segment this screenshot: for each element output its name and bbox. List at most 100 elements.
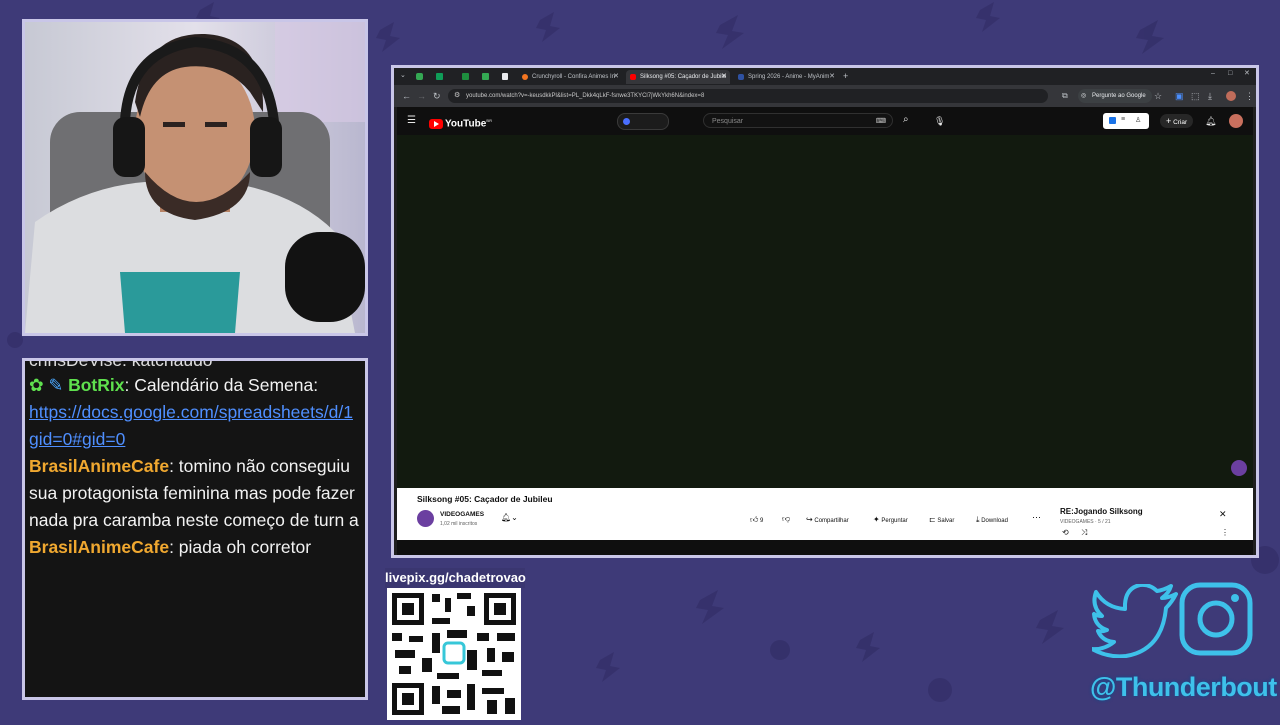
screenshot-icon[interactable]: ⧉ <box>1062 90 1068 102</box>
save-label: Salvar <box>937 518 955 524</box>
microphone-icon[interactable]: 🎙︎ <box>934 115 945 127</box>
sheets-icon[interactable] <box>482 73 489 80</box>
reload-icon[interactable]: ↻ <box>433 90 441 102</box>
notifications-bell-icon[interactable]: 🔔︎ <box>1205 115 1216 127</box>
browser-window: ⌄ Crunchyroll - Confira Animes In ✕ Silk… <box>391 65 1259 558</box>
chat-line: chrisDeVise: katchaudo <box>29 358 365 372</box>
forward-icon[interactable]: → <box>417 90 426 102</box>
chat-panel: chrisDeVise: katchaudo ✿ ✎ BotRix: Calen… <box>22 358 368 700</box>
maximize-icon[interactable]: □ <box>1228 68 1232 80</box>
qr-code[interactable] <box>387 588 521 720</box>
profile-avatar[interactable] <box>1226 91 1236 101</box>
webcam-frame <box>22 19 368 336</box>
chat-username[interactable]: BrasilAnimeCafe <box>29 537 169 557</box>
close-tab-icon[interactable]: ✕ <box>613 70 619 84</box>
chat-text: : tomino não conseguiu <box>169 456 351 476</box>
close-playlist-icon[interactable]: ✕ <box>1219 509 1227 520</box>
chip-dot-icon <box>623 118 630 125</box>
sheets-icon[interactable] <box>462 73 469 80</box>
share-button[interactable]: ↪ Compartilhar <box>806 515 849 524</box>
playlist-title[interactable]: RE:Jogando Silksong <box>1060 507 1143 516</box>
playlist-menu-icon[interactable]: ⋮ <box>1221 528 1229 537</box>
instagram-icon[interactable] <box>1179 582 1253 656</box>
chat-link[interactable]: gid=0#gid=0 <box>29 429 125 449</box>
account-avatar[interactable] <box>1229 114 1243 128</box>
livepix-label: livepix.gg/chadetrovao <box>385 568 526 588</box>
chat-line: https://docs.google.com/spreadsheets/d/1 <box>29 399 365 426</box>
crunchyroll-icon <box>522 74 528 80</box>
download-label: Download <box>981 518 1008 524</box>
tab-crunchyroll[interactable]: Crunchyroll - Confira Animes In ✕ <box>518 70 622 84</box>
sparkle-icon: ✦ <box>873 515 880 524</box>
create-label: Criar <box>1173 119 1188 126</box>
ask-google-button[interactable]: ◎ Pergunte ao Google <box>1078 89 1152 103</box>
channel-avatar[interactable] <box>417 510 434 527</box>
subscriber-count: 1,02 mil inscritos <box>440 521 478 527</box>
search-input[interactable]: Pesquisar ⌨ <box>703 113 893 128</box>
search-icon[interactable]: ⌕ <box>903 114 909 126</box>
twitter-bird-icon[interactable] <box>1092 584 1178 658</box>
save-button[interactable]: ⊏ Salvar <box>929 515 954 524</box>
chat-username[interactable]: BrasilAnimeCafe <box>29 456 169 476</box>
extension-buttons[interactable]: ≡ ♙ <box>1103 113 1149 129</box>
close-window-icon[interactable]: ✕ <box>1244 68 1250 80</box>
chat-text: sua protagonista feminina mas pode fazer <box>29 483 355 503</box>
back-icon[interactable]: ← <box>402 90 411 102</box>
youtube-play-icon <box>429 118 443 129</box>
chat-text: nada pra caramba neste começo de turn a <box>29 510 359 530</box>
chat-username[interactable]: BotRix <box>68 375 124 395</box>
youtube-icon <box>630 74 636 80</box>
premium-chip[interactable] <box>617 113 669 130</box>
qr-code-image <box>392 593 516 715</box>
close-tab-icon[interactable]: ✕ <box>829 70 835 84</box>
hamburger-menu-icon[interactable]: ☰ <box>407 115 416 127</box>
channel-name[interactable]: VIDEOGAMES <box>440 511 484 518</box>
youtube-logo-text: YouTube <box>445 118 487 130</box>
extensions-icon[interactable]: ⬚ <box>1191 90 1200 102</box>
browser-menu-icon[interactable]: ⋮ <box>1245 90 1254 102</box>
video-info-bar: Silksong #05: Caçador de Jubileu VIDEOGA… <box>397 488 1253 540</box>
pinned-tabs[interactable] <box>416 73 508 80</box>
ask-button[interactable]: ✦ Perguntar <box>873 515 908 524</box>
tab-menu-icon[interactable]: ⌄ <box>400 70 406 82</box>
share-icon: ↪ <box>806 515 813 524</box>
create-button[interactable]: + Criar <box>1160 114 1194 128</box>
shuffle-icon[interactable]: ⤨ <box>1081 528 1087 538</box>
youtube-logo[interactable]: YouTubeBR <box>429 115 492 130</box>
loop-icon[interactable]: ⟲ <box>1062 528 1069 537</box>
close-tab-icon[interactable]: ✕ <box>721 70 727 84</box>
download-icon[interactable]: ⤓ <box>1208 90 1212 102</box>
bookmark-star-icon[interactable]: ☆ <box>1154 90 1162 102</box>
chat-cut-text: chrisDeVise: katchaudo <box>29 358 213 370</box>
tab-label: Silksong #05: Caçador de Jubile <box>640 74 727 80</box>
site-info-icon[interactable]: ⚙ <box>454 89 460 103</box>
page-bottom-strip <box>397 540 1253 555</box>
minimize-icon[interactable]: – <box>1211 68 1215 80</box>
download-button[interactable]: ⤓ Download <box>976 515 1008 525</box>
channel-watermark-icon[interactable] <box>1231 460 1247 476</box>
chat-text: : Calendário da Semena: <box>124 375 319 395</box>
notification-bell-icon[interactable]: 🔔︎⌄ <box>501 513 518 522</box>
playlist-subtitle: VIDEOGAMES · 5 / 21 <box>1060 519 1111 525</box>
url-input[interactable]: ⚙ youtube.com/watch?v=-keusdkkPl&list=PL… <box>448 89 1048 103</box>
chat-link[interactable]: https://docs.google.com/spreadsheets/d/1 <box>29 402 353 422</box>
more-actions-icon[interactable]: ⋯ <box>1032 512 1041 523</box>
tab-silksong[interactable]: Silksong #05: Caçador de Jubile ✕ <box>626 70 730 84</box>
myanimelist-icon <box>738 74 744 80</box>
thumbs-up-icon: 👍︎ <box>750 515 759 524</box>
keyboard-icon[interactable]: ⌨ <box>876 114 886 129</box>
sheets-icon[interactable] <box>436 73 443 80</box>
address-bar-row: ← → ↻ ⚙ youtube.com/watch?v=-keusdkkPl&l… <box>394 85 1256 107</box>
list-icon: ≡ <box>1121 116 1126 123</box>
new-tab-icon[interactable]: + <box>843 70 848 82</box>
like-button[interactable]: 👍︎ 9 <box>750 515 763 525</box>
tiktok-icon[interactable] <box>502 73 508 80</box>
tab-myanimelist[interactable]: Spring 2026 - Anime - MyAnim ✕ <box>734 70 838 84</box>
tab-bar: ⌄ Crunchyroll - Confira Animes In ✕ Silk… <box>394 68 1256 85</box>
sword-icon: ✎ <box>48 375 64 395</box>
video-player[interactable] <box>397 135 1253 488</box>
translate-icon <box>1109 117 1116 124</box>
dislike-button[interactable]: 👎︎ <box>782 514 790 524</box>
extension-icon[interactable]: ▣ <box>1175 90 1184 102</box>
drive-icon[interactable] <box>416 73 423 80</box>
